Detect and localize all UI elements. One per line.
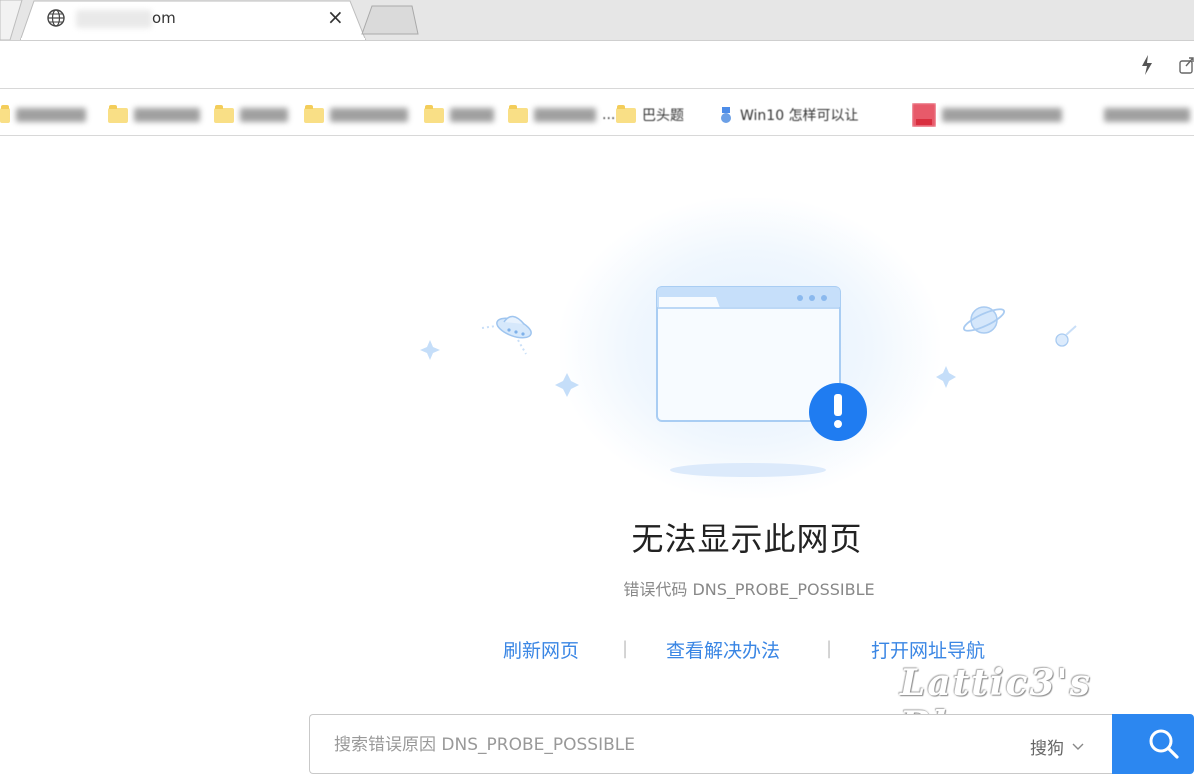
folder-icon xyxy=(424,104,444,123)
folder-icon xyxy=(0,104,10,123)
chevron-down-icon xyxy=(1072,743,1084,750)
tab-strip: om × xyxy=(0,0,1194,41)
tab-title-redacted xyxy=(76,10,152,28)
search-box: 搜狗 xyxy=(309,714,1113,774)
folder-icon xyxy=(616,104,636,123)
search-input[interactable] xyxy=(334,733,994,757)
globe-icon xyxy=(47,9,65,27)
search-engine-label: 搜狗 xyxy=(1030,739,1064,759)
open-navigation-link[interactable]: 打开网址导航 xyxy=(871,636,985,663)
bookmark-item[interactable] xyxy=(214,104,288,126)
bookmark-label: 巴头题 xyxy=(642,108,684,124)
bookmark-favicon-icon xyxy=(912,103,936,127)
bookmark-item[interactable] xyxy=(0,104,86,126)
folder-icon xyxy=(508,104,528,123)
view-solutions-link[interactable]: 查看解决办法 xyxy=(666,636,780,663)
active-tab[interactable] xyxy=(20,0,370,41)
illustration-shadow xyxy=(670,463,826,477)
error-illustration xyxy=(420,286,1077,477)
error-actions: 刷新网页 | 查看解决办法 | 打开网址导航 xyxy=(0,636,1194,664)
action-separator: | xyxy=(826,638,833,659)
comet-icon xyxy=(1055,325,1077,347)
bookmark-item[interactable]: Win10 怎样可以让 xyxy=(718,104,859,126)
folder-icon xyxy=(214,104,234,123)
search-icon xyxy=(1149,729,1179,759)
bookmark-label: ... xyxy=(602,107,616,123)
folder-icon xyxy=(304,104,324,123)
search-engine-selector[interactable]: 搜狗 xyxy=(1030,734,1084,759)
bookmark-item[interactable]: ... xyxy=(508,104,615,126)
bookmark-item[interactable] xyxy=(1104,104,1190,126)
browser-toolbar xyxy=(0,40,1194,88)
bookmark-item[interactable]: 巴头题 xyxy=(616,104,684,126)
planet-icon xyxy=(963,306,1005,334)
tab-title: om xyxy=(152,9,176,27)
bookmark-item[interactable] xyxy=(912,103,1062,127)
folder-icon xyxy=(108,104,128,123)
lightning-icon[interactable] xyxy=(1140,54,1154,76)
alert-icon xyxy=(809,383,867,441)
bookmark-item[interactable] xyxy=(108,104,200,126)
share-icon[interactable] xyxy=(1178,55,1194,75)
tab-close-button[interactable]: × xyxy=(327,6,344,28)
bookmark-label: Win10 怎样可以让 xyxy=(740,108,859,124)
ufo-icon xyxy=(481,315,532,355)
bookmark-item[interactable] xyxy=(424,104,494,126)
bookmark-favicon-icon xyxy=(721,107,731,123)
page-title: 无法显示此网页 xyxy=(631,520,863,558)
search-button[interactable] xyxy=(1112,714,1194,774)
error-code: 错误代码 DNS_PROBE_POSSIBLE xyxy=(623,580,875,599)
new-tab-button[interactable] xyxy=(360,4,424,36)
action-separator: | xyxy=(622,638,629,659)
bookmark-item[interactable] xyxy=(304,104,408,126)
refresh-page-link[interactable]: 刷新网页 xyxy=(503,636,579,663)
